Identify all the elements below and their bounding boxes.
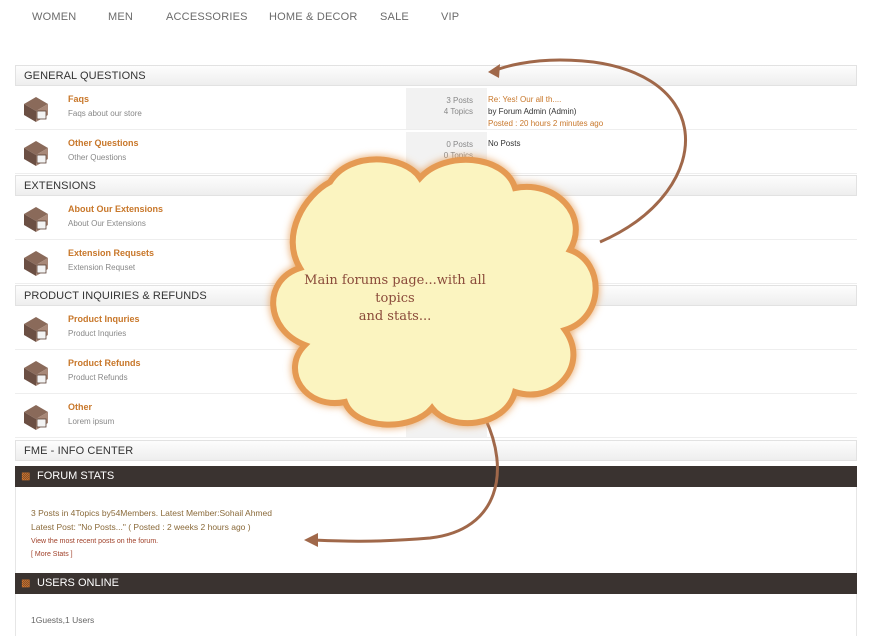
forum-title[interactable]: Product Inquries [68,314,140,324]
nav-sale[interactable]: SALE [380,11,409,23]
nav-accessories[interactable]: ACCESSORIES [166,11,248,23]
topics-count: 4 Topics [443,107,473,116]
forum-title[interactable]: Extension Requsets [68,248,154,258]
category-title: EXTENSIONS [24,180,96,192]
annotation-text: Main forums page...with all topics and s… [300,272,490,326]
stats-icon: ▩ [21,471,31,482]
forum-stats-title: FORUM STATS [37,470,115,482]
forum-row-product-refunds[interactable]: Product Refunds Product Refunds [15,352,857,394]
forum-box-icon [24,97,48,122]
recent-posts-link[interactable]: View the most recent posts on the forum. [31,538,158,545]
forum-title[interactable]: Other Questions [68,138,139,148]
no-posts-label: No Posts [488,139,521,148]
posts-count: 0 Posts [446,404,473,413]
forum-description: Lorem ipsum [68,417,115,426]
nav-women[interactable]: WOMEN [32,11,76,23]
annotation-line-2: and stats... [358,309,432,324]
forum-row-faqs[interactable]: Faqs Faqs about our store 3 Posts 4 Topi… [15,88,857,130]
last-post-title[interactable]: Re: Yes! Our all th.... [488,94,603,106]
top-navigation: WOMEN MEN ACCESSORIES HOME & DECOR SALE … [0,0,880,36]
forum-row-other[interactable]: Other Lorem ipsum 0 Posts 0 Topics [15,396,857,438]
forum-row-about-our-extensions[interactable]: About Our Extensions About Our Extension… [15,198,857,240]
forum-box-icon [24,405,48,430]
forum-box-icon [24,361,48,386]
last-post-author: by Forum Admin (Admin) [488,107,577,116]
forum-stats-header: ▩ FORUM STATS [15,466,857,487]
posts-count: 0 Posts [446,140,473,149]
last-post: No Posts [488,138,520,150]
category-header-extensions: EXTENSIONS [15,175,857,196]
category-header-general-questions: GENERAL QUESTIONS [15,65,857,86]
info-center-header: FME - INFO CENTER [15,440,857,461]
forum-title[interactable]: Other [68,402,92,412]
more-stats-link[interactable]: [ More Stats ] [31,551,73,558]
users-online-count: 1Guests,1 Users [31,615,95,625]
forum-stats: 0 Posts 0 Topics [406,132,487,173]
nav-men[interactable]: MEN [108,11,133,23]
forum-title[interactable]: Faqs [68,94,89,104]
forum-title[interactable]: Product Refunds [68,358,141,368]
forum-description: Faqs about our store [68,109,142,118]
forum-box-icon [24,251,48,276]
forum-stats: 0 Posts 0 Topics [406,396,487,437]
users-online-title: USERS ONLINE [37,577,119,589]
forum-description: Extension Requset [68,263,136,272]
forum-box-icon [24,317,48,342]
forum-description: Other Questions [68,153,127,162]
last-post: Re: Yes! Our all th.... by Forum Admin (… [488,94,603,130]
forum-description: About Our Extensions [68,219,146,228]
forum-box-icon [24,207,48,232]
info-center-title: FME - INFO CENTER [24,445,134,457]
forum-stats: 3 Posts 4 Topics [406,88,487,129]
stats-summary: 3 Posts in 4Topics by54Members. Latest M… [31,508,272,518]
topics-count: 0 Topics [443,415,473,424]
latest-post-info: Latest Post: "No Posts..." ( Posted : 2 … [31,522,251,532]
forum-title[interactable]: About Our Extensions [68,204,163,214]
category-title: GENERAL QUESTIONS [24,70,146,82]
posts-count: 3 Posts [446,96,473,105]
annotation-line-1: Main forums page...with all topics [304,273,486,306]
nav-home-decor[interactable]: HOME & DECOR [269,11,358,23]
category-title: PRODUCT INQUIRIES & REFUNDS [24,290,207,302]
forum-box-icon [24,141,48,166]
nav-vip[interactable]: VIP [441,11,459,23]
forum-row-other-questions[interactable]: Other Questions Other Questions 0 Posts … [15,132,857,174]
users-online-body [15,594,857,636]
users-online-header: ▩ USERS ONLINE [15,573,857,594]
last-post-time: Posted : 20 hours 2 minutes ago [488,119,604,128]
forum-description: Product Refunds [68,373,128,382]
topics-count: 0 Topics [443,151,473,160]
forum-description: Product Inquries [68,329,127,338]
users-icon: ▩ [21,578,31,589]
